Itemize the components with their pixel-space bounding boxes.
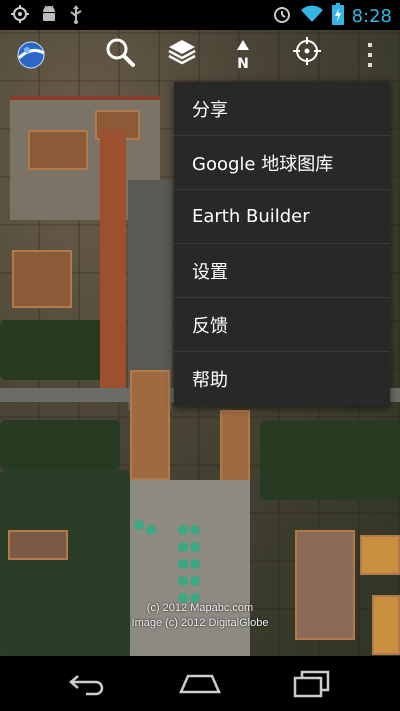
map-tree (178, 576, 188, 586)
menu-item-help[interactable]: 帮助 (174, 352, 390, 406)
status-bar: 8:28 (0, 0, 400, 30)
map-tree (190, 559, 200, 569)
menu-item-label: 帮助 (192, 370, 228, 391)
wifi-icon (300, 4, 324, 28)
usb-icon (68, 4, 84, 28)
map-plaza (130, 480, 250, 656)
gate-tower (220, 410, 250, 490)
menu-item-feedback[interactable]: 反馈 (174, 298, 390, 352)
alarm-icon (272, 4, 292, 28)
home-icon[interactable] (178, 670, 222, 700)
compass-label: N (237, 56, 249, 72)
map-trees (260, 420, 400, 500)
gate-tower (130, 370, 170, 480)
map-tree (190, 542, 200, 552)
map-attribution-imagery: Image (c) 2012 DigitalGlobe (131, 617, 269, 629)
search-icon[interactable] (104, 36, 136, 72)
menu-item-label: Earth Builder (192, 206, 310, 227)
layers-icon[interactable] (167, 36, 197, 70)
menu-item-settings[interactable]: 设置 (174, 244, 390, 298)
gps-icon (10, 4, 30, 28)
menu-item-share[interactable]: 分享 (174, 82, 390, 136)
clock-time: 8:28 (351, 5, 392, 27)
recent-apps-icon[interactable] (292, 670, 332, 702)
menu-item-earth-gallery[interactable]: Google 地球图库 (174, 136, 390, 190)
android-debug-icon (40, 4, 58, 28)
my-location-icon[interactable] (292, 36, 322, 70)
map-attribution-mapdata: (c) 2012 Mapabc.com (146, 602, 254, 614)
map-wall (10, 96, 160, 100)
overflow-menu-icon[interactable] (366, 42, 374, 72)
map-tree (190, 576, 200, 586)
map-wall (100, 130, 126, 390)
back-icon[interactable] (68, 670, 108, 700)
map-tree (134, 520, 144, 530)
menu-item-label: 分享 (192, 99, 228, 121)
google-earth-logo-icon[interactable] (16, 40, 46, 70)
menu-item-label: 设置 (192, 261, 228, 283)
map-tree (178, 559, 188, 569)
map-tree (190, 525, 200, 535)
overflow-menu: 分享 Google 地球图库 Earth Builder 设置 反馈 帮助 (174, 82, 390, 406)
navigation-bar (0, 656, 400, 711)
map-trees (0, 420, 120, 470)
compass-north-icon[interactable]: N (232, 38, 254, 76)
map-tree (178, 525, 188, 535)
map-building (28, 130, 88, 170)
menu-item-label: 反馈 (192, 315, 228, 337)
menu-item-earth-builder[interactable]: Earth Builder (174, 190, 390, 244)
map-building (8, 530, 68, 560)
menu-item-label: Google 地球图库 (192, 153, 334, 175)
map-tree (146, 525, 156, 535)
battery-charging-icon (331, 3, 344, 29)
map-building (360, 535, 400, 575)
map-tree (178, 542, 188, 552)
map-building (12, 250, 72, 308)
